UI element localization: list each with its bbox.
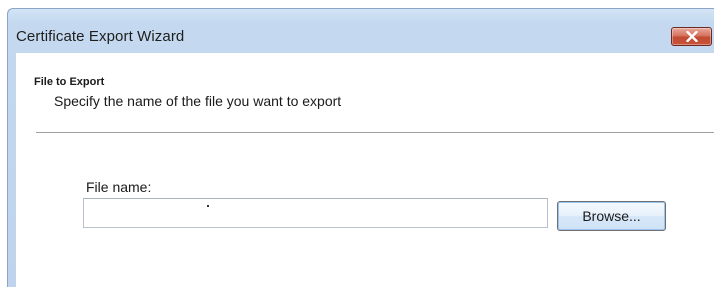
browse-button[interactable]: Browse... <box>557 201 666 231</box>
text-cursor <box>207 205 209 207</box>
file-name-input[interactable] <box>83 198 548 228</box>
close-icon <box>685 31 698 42</box>
close-button[interactable] <box>671 27 712 46</box>
file-name-label: File name: <box>86 179 152 195</box>
title-bar[interactable]: Certificate Export Wizard <box>8 9 714 53</box>
wizard-window: Certificate Export Wizard File to Export… <box>7 8 714 287</box>
window-title: Certificate Export Wizard <box>16 28 185 45</box>
section-subtitle: Specify the name of the file you want to… <box>54 93 342 109</box>
header-divider <box>36 132 714 134</box>
section-title: File to Export <box>34 76 105 88</box>
wizard-content: File to Export Specify the name of the f… <box>16 53 714 287</box>
